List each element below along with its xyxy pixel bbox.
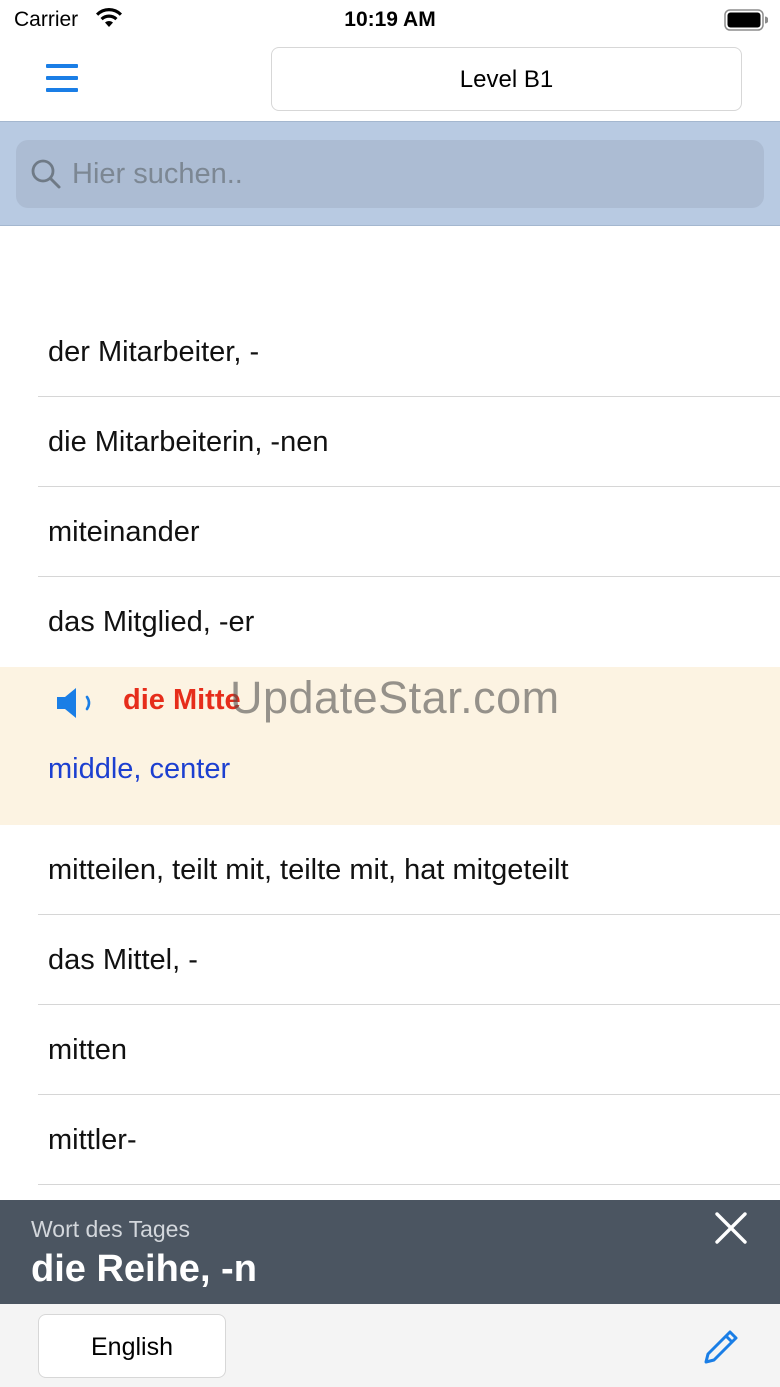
level-selector-button[interactable]: Level B1: [271, 47, 742, 111]
word-label: mitten: [48, 1034, 127, 1066]
close-icon[interactable]: [713, 1210, 749, 1246]
list-item[interactable]: mitten: [0, 1005, 780, 1095]
word-label: der Mitarbeiter, -: [48, 336, 260, 368]
list-item[interactable]: die Mitarbeiterin, -nen: [0, 397, 780, 487]
list-item[interactable]: das Mitglied, -er: [0, 577, 780, 667]
word-label: mitteilen, teilt mit, teilte mit, hat mi…: [48, 854, 569, 886]
word-of-the-day-banner[interactable]: Wort des Tages die Reihe, -n: [0, 1200, 780, 1304]
list-item[interactable]: der Mitarbeiter, -: [0, 307, 780, 397]
speaker-icon[interactable]: [54, 685, 96, 721]
bottom-toolbar: English: [0, 1304, 780, 1387]
battery-icon: [724, 9, 768, 31]
list-item[interactable]: das Mittel, -: [0, 915, 780, 1005]
status-bar: Carrier 10:19 AM: [0, 0, 780, 40]
watermark: UpdateStar.com: [230, 672, 560, 723]
word-label: die Mitarbeiterin, -nen: [48, 426, 329, 458]
word-label: miteinander: [48, 516, 200, 548]
word-label: mittler-: [48, 1124, 137, 1156]
list-item[interactable]: miteinander: [0, 487, 780, 577]
divider: [38, 1184, 780, 1185]
word-label: das Mittel, -: [48, 944, 198, 976]
word-list: der Mitarbeiter, - die Mitarbeiterin, -n…: [0, 307, 780, 1185]
word-label: das Mitglied, -er: [48, 606, 255, 638]
search-icon: [31, 159, 61, 189]
language-button[interactable]: English: [38, 1314, 226, 1378]
search-bar: [0, 121, 780, 226]
pencil-icon[interactable]: [700, 1326, 742, 1368]
word-translation: middle, center: [48, 753, 231, 785]
word-of-the-day-caption: Wort des Tages: [31, 1216, 190, 1242]
search-input[interactable]: [72, 140, 752, 208]
clock: 10:19 AM: [344, 8, 436, 31]
word-of-the-day-word: die Reihe, -n: [31, 1248, 257, 1290]
list-item[interactable]: mittler-: [0, 1095, 780, 1185]
nav-bar: Level B1: [0, 40, 780, 121]
hamburger-menu-icon[interactable]: [44, 62, 80, 94]
search-box[interactable]: [16, 140, 764, 208]
expanded-word: die Mitte: [123, 684, 241, 716]
list-item[interactable]: mitteilen, teilt mit, teilte mit, hat mi…: [0, 825, 780, 915]
